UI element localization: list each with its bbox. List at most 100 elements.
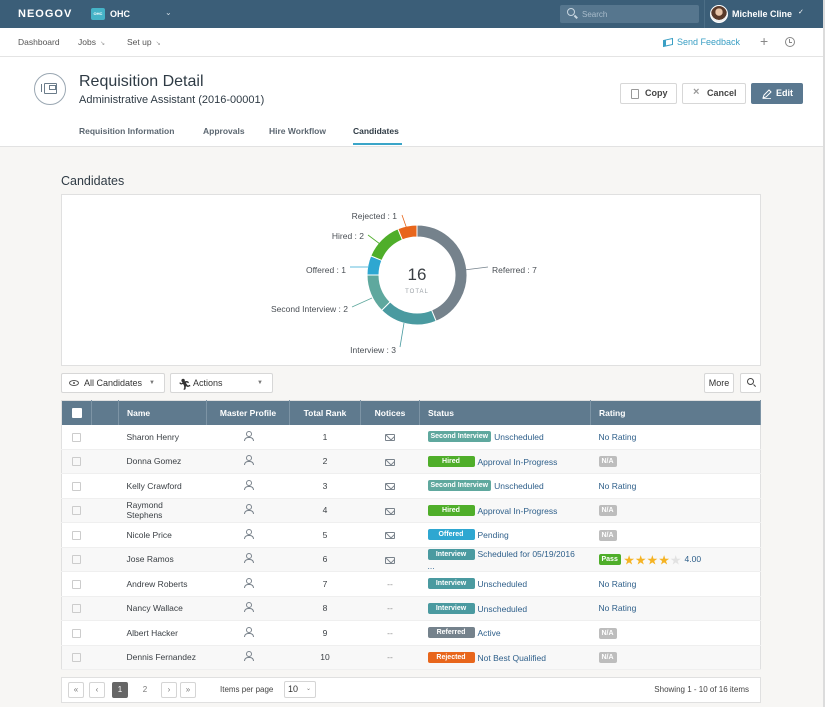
page-1-button[interactable]: 1 bbox=[112, 682, 128, 698]
chevron-down-icon[interactable]: ⌄ bbox=[165, 8, 172, 17]
candidate-name[interactable]: Albert Hacker bbox=[118, 620, 207, 646]
status-detail-link[interactable]: Not Best Qualified bbox=[478, 652, 547, 662]
row-checkbox[interactable] bbox=[72, 506, 82, 516]
candidate-name[interactable]: Dennis Fernandez bbox=[118, 645, 207, 670]
row-checkbox[interactable] bbox=[72, 579, 82, 589]
edit-button[interactable]: Edit bbox=[751, 83, 803, 104]
tab-approvals[interactable]: Approvals bbox=[203, 126, 245, 136]
select-all-checkbox[interactable] bbox=[71, 408, 82, 419]
table-row[interactable]: Sharon Henry 1 Second Interview Unscheduled… bbox=[61, 424, 761, 450]
status-detail-link[interactable]: Unscheduled bbox=[478, 603, 528, 613]
status-detail-link[interactable]: Pending bbox=[478, 530, 509, 540]
table-row[interactable]: Andrew Roberts 7 -- Interview Unscheduled No … bbox=[61, 571, 761, 597]
candidate-name[interactable]: Sharon Henry bbox=[118, 424, 207, 450]
table-row[interactable]: Raymond Stephens 4 Hired Approval In-Progre… bbox=[61, 498, 761, 523]
tab-candidates[interactable]: Candidates bbox=[353, 126, 399, 136]
candidate-name[interactable]: Nicole Price bbox=[118, 522, 207, 548]
column-header-rating[interactable]: Rating bbox=[590, 400, 761, 425]
all-candidates-dropdown[interactable]: All Candidates ▼ bbox=[61, 373, 165, 393]
search-input[interactable] bbox=[582, 5, 692, 23]
candidate-name[interactable]: Jose Ramos bbox=[118, 547, 207, 572]
plus-icon[interactable]: + bbox=[760, 33, 768, 49]
column-header-name[interactable]: Name bbox=[118, 400, 207, 425]
cancel-button[interactable]: × Cancel bbox=[682, 83, 746, 104]
donut-slice-second-interview[interactable] bbox=[366, 274, 391, 312]
user-menu-caret-icon[interactable]: ✓ bbox=[798, 8, 804, 16]
column-header-master-profile[interactable]: Master Profile bbox=[206, 400, 290, 425]
table-row[interactable]: Nicole Price 5 Offered Pending N/A bbox=[61, 522, 761, 548]
candidate-name[interactable]: Kelly Crawford bbox=[118, 473, 207, 499]
person-icon[interactable] bbox=[243, 626, 254, 637]
person-icon[interactable] bbox=[243, 504, 254, 515]
rating-link[interactable]: No Rating bbox=[599, 481, 637, 491]
tab-hire-workflow[interactable]: Hire Workflow bbox=[269, 126, 326, 136]
person-icon[interactable] bbox=[243, 455, 254, 466]
row-checkbox[interactable] bbox=[72, 457, 82, 467]
status-detail-link[interactable]: Approval In-Progress bbox=[478, 456, 558, 466]
table-row[interactable]: Kelly Crawford 3 Second Interview Unschedul… bbox=[61, 473, 761, 499]
neogov-logo[interactable]: NEOGOV bbox=[18, 8, 72, 20]
next-page-button[interactable]: › bbox=[161, 682, 177, 698]
table-row[interactable]: Jose Ramos 6 Interview Scheduled for 05/19/… bbox=[61, 547, 761, 572]
donut-slice-hired[interactable] bbox=[370, 228, 404, 262]
candidate-name[interactable]: Raymond Stephens bbox=[118, 498, 207, 523]
nav-item-dashboard[interactable]: Dashboard bbox=[18, 37, 60, 47]
status-detail-link[interactable]: Active bbox=[478, 628, 501, 638]
row-checkbox[interactable] bbox=[72, 555, 82, 565]
avatar[interactable] bbox=[710, 5, 728, 23]
row-checkbox[interactable] bbox=[72, 481, 82, 491]
status-detail-link[interactable]: Unscheduled bbox=[494, 481, 544, 491]
send-feedback-link[interactable]: Send Feedback bbox=[663, 37, 740, 48]
clock-icon[interactable] bbox=[785, 37, 795, 47]
user-name[interactable]: Michelle Cline bbox=[732, 9, 792, 19]
nav-item-jobs[interactable]: Jobs ↘ bbox=[78, 37, 105, 47]
row-checkbox[interactable] bbox=[72, 530, 82, 540]
row-checkbox[interactable] bbox=[72, 628, 82, 638]
column-header-total-rank[interactable]: Total Rank bbox=[289, 400, 361, 425]
row-checkbox[interactable] bbox=[72, 604, 82, 614]
table-row[interactable]: Donna Gomez 2 Hired Approval In-Progress N/A bbox=[61, 449, 761, 474]
status-detail-link[interactable]: Unscheduled bbox=[478, 579, 528, 589]
status-detail-link[interactable]: Approval In-Progress bbox=[478, 505, 558, 515]
envelope-icon[interactable] bbox=[385, 433, 395, 441]
last-page-button[interactable]: » bbox=[180, 682, 196, 698]
envelope-icon[interactable] bbox=[385, 556, 395, 564]
column-header-status[interactable]: Status bbox=[419, 400, 591, 425]
rating-link[interactable]: No Rating bbox=[599, 432, 637, 442]
column-header-notices[interactable]: Notices bbox=[360, 400, 420, 425]
envelope-icon[interactable] bbox=[385, 458, 395, 466]
person-icon[interactable] bbox=[243, 651, 254, 662]
tab-requisition-information[interactable]: Requisition Information bbox=[79, 126, 174, 136]
envelope-icon[interactable] bbox=[385, 507, 395, 515]
person-icon[interactable] bbox=[243, 528, 254, 539]
person-icon[interactable] bbox=[243, 479, 254, 490]
table-row[interactable]: Dennis Fernandez 10 -- Rejected Not Best Qua… bbox=[61, 645, 761, 670]
candidate-name[interactable]: Nancy Wallace bbox=[118, 596, 207, 621]
row-checkbox[interactable] bbox=[72, 432, 82, 442]
status-detail-link[interactable]: Unscheduled bbox=[494, 432, 544, 442]
page-2-button[interactable]: 2 bbox=[137, 682, 153, 698]
candidate-name[interactable]: Donna Gomez bbox=[118, 449, 207, 474]
first-page-button[interactable]: « bbox=[68, 682, 84, 698]
person-icon[interactable] bbox=[243, 430, 254, 441]
actions-dropdown[interactable]: 🏃︎ Actions ▼ bbox=[170, 373, 273, 393]
prev-page-button[interactable]: ‹ bbox=[89, 682, 105, 698]
person-icon[interactable] bbox=[243, 602, 254, 613]
table-search-button[interactable] bbox=[740, 373, 761, 393]
nav-item-setup[interactable]: Set up ↘ bbox=[127, 37, 161, 47]
candidate-name[interactable]: Andrew Roberts bbox=[118, 571, 207, 597]
more-button[interactable]: More bbox=[704, 373, 734, 393]
table-row[interactable]: Albert Hacker 9 -- Referred Active N/A bbox=[61, 620, 761, 646]
person-icon[interactable] bbox=[243, 553, 254, 564]
envelope-icon[interactable] bbox=[385, 483, 395, 490]
donut-slice-interview[interactable] bbox=[380, 301, 437, 326]
rating-link[interactable]: No Rating bbox=[599, 603, 637, 613]
table-row[interactable]: Nancy Wallace 8 -- Interview Unscheduled No R… bbox=[61, 596, 761, 621]
org-name[interactable]: OHC bbox=[110, 9, 130, 19]
person-icon[interactable] bbox=[243, 577, 254, 588]
search-box[interactable] bbox=[560, 5, 699, 23]
copy-button[interactable]: Copy bbox=[620, 83, 677, 104]
items-per-page-select[interactable]: 10 ⌄ bbox=[284, 681, 316, 698]
envelope-icon[interactable] bbox=[385, 532, 395, 539]
row-checkbox[interactable] bbox=[72, 653, 82, 663]
